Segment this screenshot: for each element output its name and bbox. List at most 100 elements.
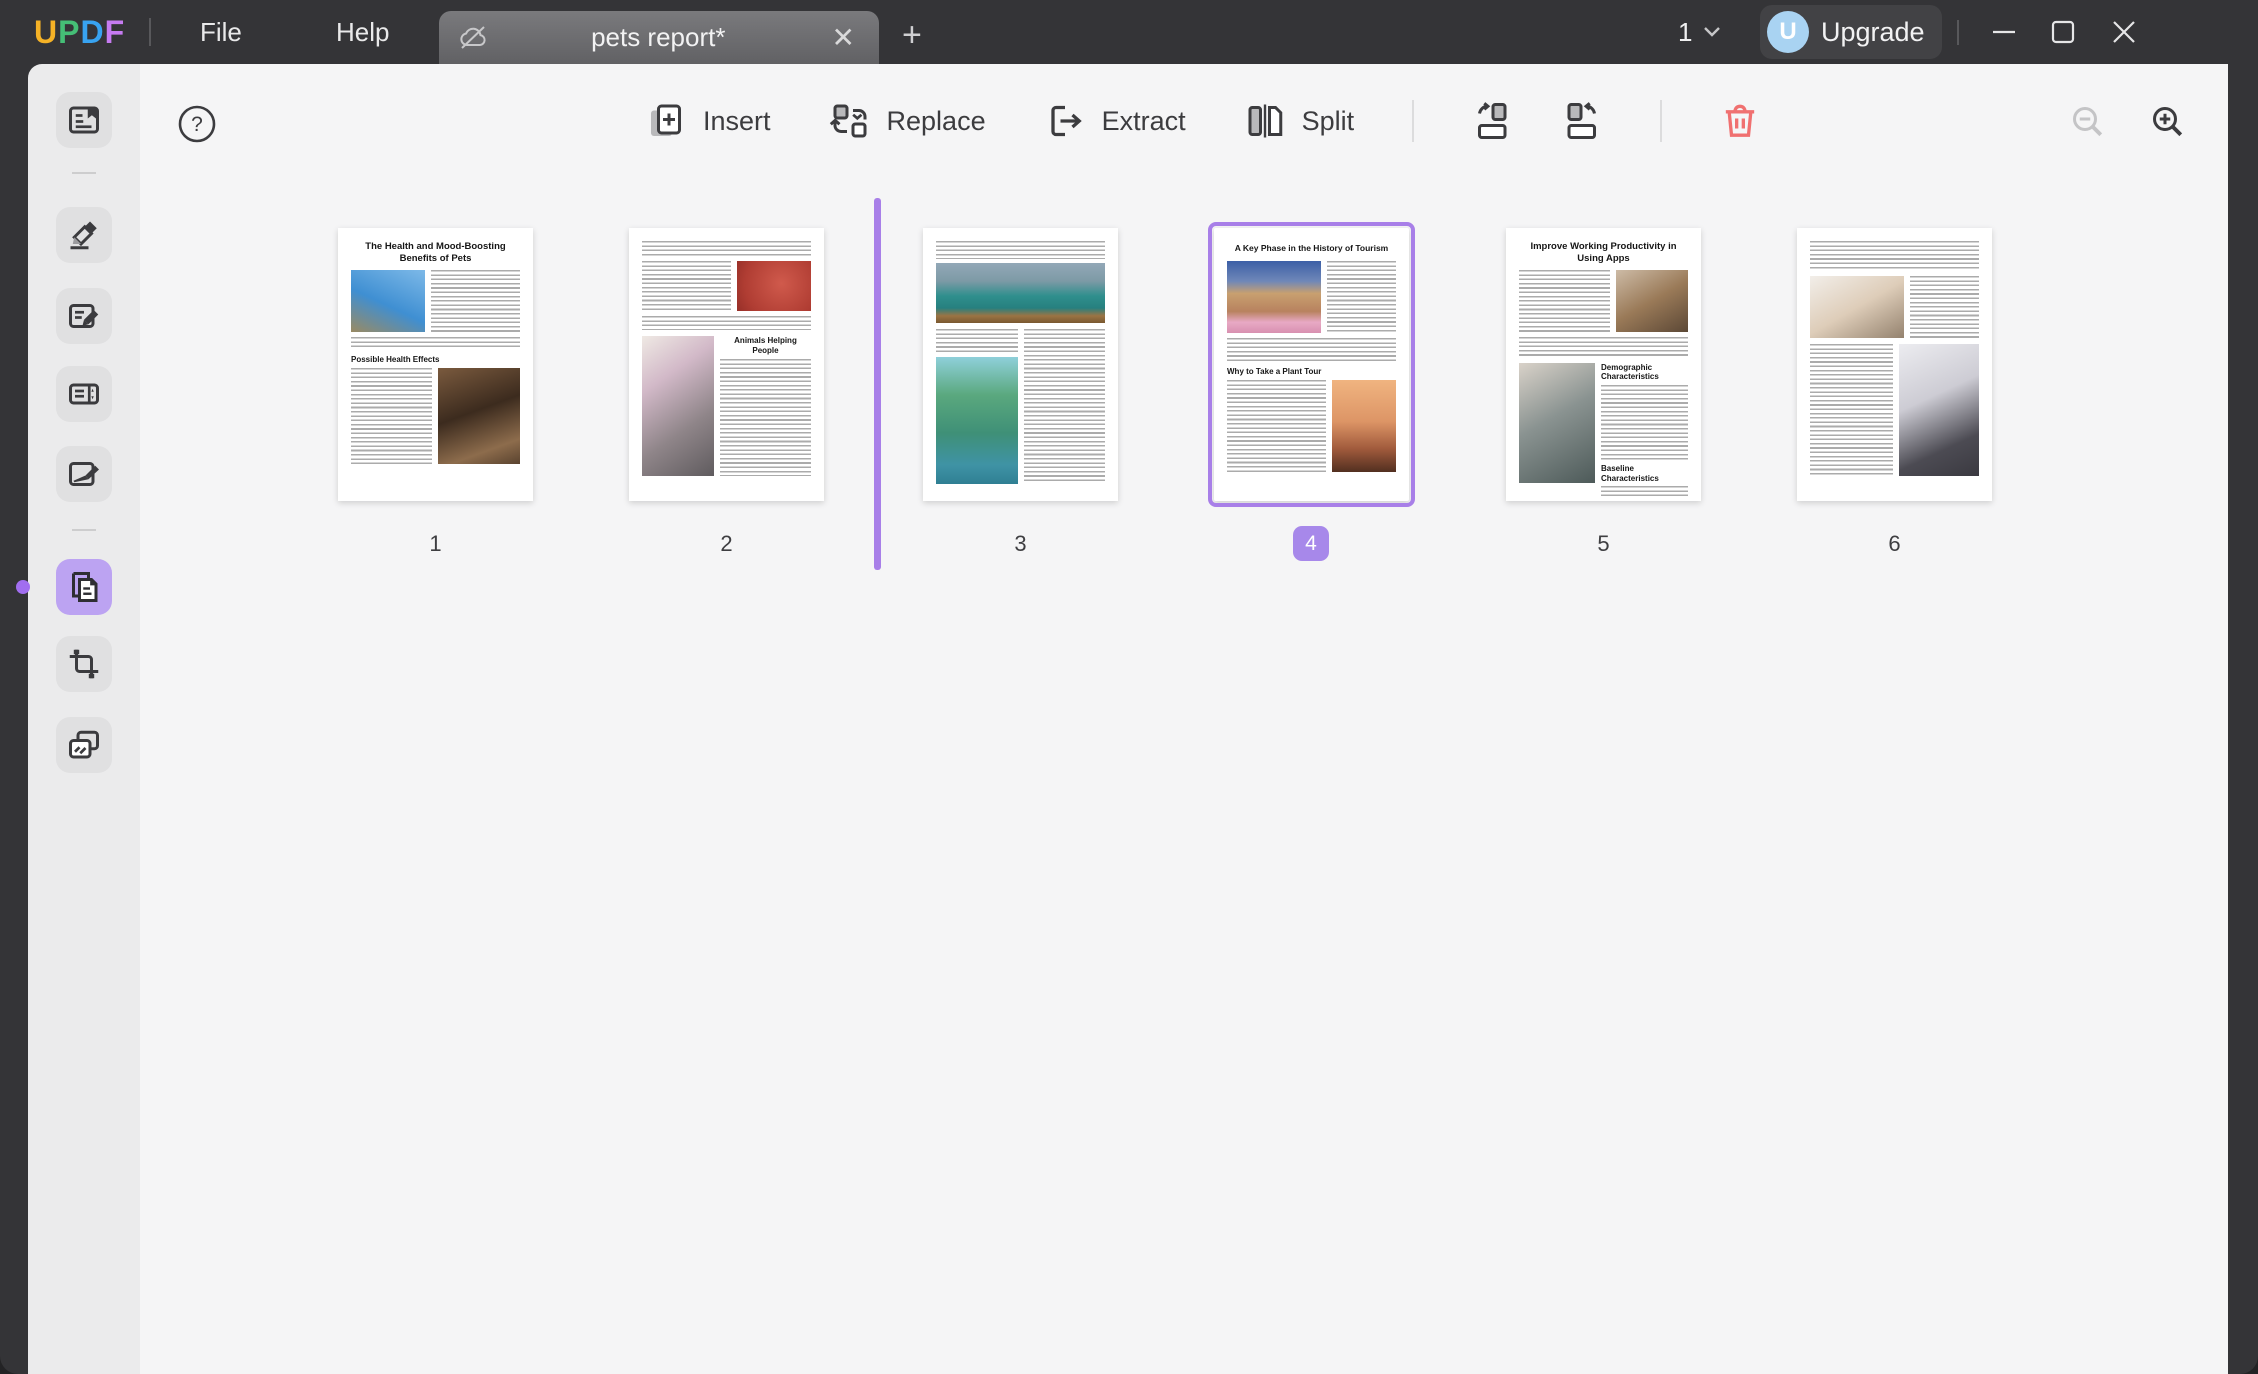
tab-close-icon[interactable]: ✕	[826, 22, 861, 54]
page-number-1: 1	[338, 527, 533, 561]
organize-pages-icon	[66, 569, 102, 605]
text-block	[1601, 385, 1688, 461]
sidebar-item-sign[interactable]	[56, 446, 112, 502]
text-block	[1519, 337, 1688, 357]
extract-label: Extract	[1102, 106, 1186, 137]
text-block	[1024, 329, 1106, 484]
replace-label: Replace	[887, 106, 986, 137]
page1-heading: Possible Health Effects	[351, 355, 520, 365]
split-page-icon	[1244, 100, 1286, 142]
extract-button[interactable]: Extract	[1044, 100, 1186, 142]
page5-title: Improve Working Productivity in Using Ap…	[1519, 241, 1688, 265]
text-block	[351, 368, 432, 464]
page-thumbnail-2[interactable]: Animals Helping People	[629, 228, 824, 501]
upgrade-button[interactable]: U Upgrade	[1760, 5, 1942, 59]
zoom-out-icon	[2070, 104, 2106, 140]
toolbar-divider	[1412, 100, 1414, 142]
current-page-number: 1	[1678, 17, 1692, 48]
text-block	[1227, 380, 1326, 472]
logo-letter: F	[105, 14, 126, 51]
tab-title: pets report*	[491, 22, 826, 53]
app-window: UPDF File Help pets report* ✕ + 1 U Upgr…	[0, 0, 2258, 1374]
photo-cat	[351, 270, 425, 332]
page-indicator-dropdown[interactable]: 1	[1678, 0, 1722, 64]
minimize-icon	[1991, 19, 2017, 45]
upgrade-label: Upgrade	[1821, 17, 1925, 48]
text-block	[936, 329, 1018, 353]
updf-logo: UPDF	[34, 14, 125, 51]
help-button[interactable]: ?	[177, 104, 217, 144]
photo-lake-boat	[936, 263, 1105, 323]
close-button[interactable]	[2095, 0, 2153, 64]
logo-letter: D	[80, 14, 104, 51]
page-thumbnail-4-selected[interactable]: A Key Phase in the History of Tourism Wh…	[1214, 228, 1409, 501]
page-thumbnail-3[interactable]	[923, 228, 1118, 501]
chevron-down-icon	[1702, 26, 1722, 38]
trash-icon	[1720, 101, 1760, 141]
insert-button[interactable]: Insert	[645, 100, 771, 142]
crop-icon	[66, 646, 102, 682]
sidebar-item-annotate[interactable]	[56, 207, 112, 263]
text-block	[642, 241, 811, 257]
page-thumbnail-5[interactable]: Improve Working Productivity in Using Ap…	[1506, 228, 1701, 501]
page5-heading: Demographic Characteristics	[1601, 363, 1688, 382]
replace-button[interactable]: Replace	[829, 100, 986, 142]
photo-woman-laptop	[1810, 276, 1904, 338]
help-icon: ?	[177, 104, 217, 144]
insert-page-icon	[645, 100, 687, 142]
page-thumbnail-1[interactable]: The Health and Mood-Boosting Benefits of…	[338, 228, 533, 501]
highlighter-icon	[66, 217, 102, 253]
replace-icon	[829, 100, 871, 142]
page-number-5: 5	[1506, 527, 1701, 561]
text-block	[431, 270, 520, 332]
page-number-3: 3	[923, 527, 1118, 561]
close-icon	[2111, 19, 2137, 45]
text-block	[1601, 486, 1688, 498]
zoom-in-button[interactable]	[2150, 104, 2186, 140]
new-tab-icon[interactable]: +	[902, 16, 922, 55]
document-tab[interactable]: pets report* ✕	[439, 11, 879, 64]
rotate-left-icon	[1472, 100, 1514, 142]
rotate-left-button[interactable]	[1472, 100, 1514, 142]
sidebar-item-crop[interactable]	[56, 636, 112, 692]
page4-title: A Key Phase in the History of Tourism	[1227, 243, 1396, 254]
zoom-out-button[interactable]	[2070, 104, 2106, 140]
photo-people-laptops	[1519, 363, 1595, 483]
toolbar-divider	[1660, 100, 1662, 142]
text-block	[1227, 338, 1396, 362]
avatar[interactable]: U	[1767, 11, 1809, 53]
page-toolbar: Insert Replace Extrac	[645, 100, 1760, 142]
signature-icon	[66, 456, 102, 492]
photo-jungle-river	[936, 357, 1018, 484]
title-bar: UPDF File Help pets report* ✕ + 1 U Upgr…	[0, 0, 2258, 64]
sidebar-item-watermark[interactable]	[56, 717, 112, 773]
sidebar-item-organize-pages[interactable]	[56, 559, 112, 615]
text-block	[1519, 270, 1610, 332]
minimize-button[interactable]	[1975, 0, 2033, 64]
menu-file[interactable]: File	[200, 0, 242, 64]
sidebar-item-reader[interactable]	[56, 92, 112, 148]
page1-title: The Health and Mood-Boosting Benefits of…	[351, 241, 520, 265]
maximize-button[interactable]	[2034, 0, 2092, 64]
photo-dog-and-cat	[438, 368, 520, 464]
menu-help[interactable]: Help	[336, 0, 389, 64]
maximize-icon	[2050, 19, 2076, 45]
sidebar-item-edit[interactable]	[56, 288, 112, 344]
sidebar-item-form[interactable]	[56, 366, 112, 422]
text-block	[720, 359, 811, 476]
page-thumbnail-6[interactable]	[1797, 228, 1992, 501]
rotate-right-button[interactable]	[1560, 100, 1602, 142]
reader-icon	[66, 102, 102, 138]
sidebar-divider	[72, 529, 96, 531]
titlebar-divider	[1957, 20, 1959, 45]
page-organizer-panel: ? Insert	[140, 64, 2228, 1374]
page2-heading: Animals Helping People	[720, 336, 811, 355]
insert-position-indicator	[874, 198, 881, 570]
text-block	[1810, 344, 1893, 476]
extract-page-icon	[1044, 100, 1086, 142]
text-block	[1327, 261, 1396, 333]
delete-page-button[interactable]	[1720, 101, 1760, 141]
split-button[interactable]: Split	[1244, 100, 1355, 142]
form-field-icon	[66, 376, 102, 412]
page-number-4-selected-badge: 4	[1293, 526, 1329, 561]
